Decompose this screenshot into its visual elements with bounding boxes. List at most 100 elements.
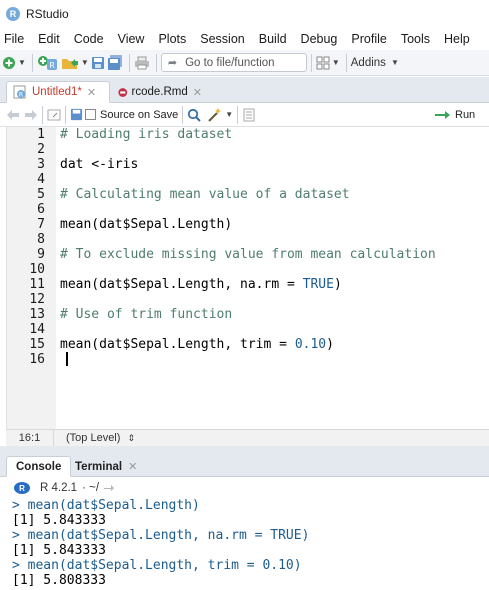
line-number: 13 — [29, 307, 45, 322]
r-script-icon: R — [13, 85, 26, 99]
print-button[interactable] — [134, 53, 150, 73]
run-button[interactable]: Run — [434, 106, 475, 124]
source-on-save-checkbox[interactable] — [85, 109, 96, 120]
menu-file[interactable]: File — [0, 32, 31, 46]
code-text: mean(dat$Sepal.Length, trim = 0.10) — [60, 337, 334, 352]
code-token: dat <-iris — [60, 157, 139, 172]
menu-view[interactable]: View — [111, 32, 152, 46]
code-line: 2 — [7, 142, 489, 157]
new-project-button[interactable]: R — [37, 53, 59, 73]
toolbar-divider — [42, 105, 43, 124]
console-tab-bar: Console Terminal ✕ — [0, 454, 489, 477]
line-number: 16 — [29, 352, 45, 367]
main-toolbar: ▼ R ▼ ➦ Go to file/function ▼ Addins ▼ — [0, 50, 489, 76]
source-on-save-label: Source on Save — [100, 108, 179, 121]
toolbar-divider — [128, 53, 130, 72]
code-line: 16 — [7, 352, 489, 367]
line-number: 10 — [29, 262, 45, 277]
console-header: R R 4.2.1 · ~/ — [0, 478, 489, 498]
console-input-line: > mean(dat$Sepal.Length, trim = 0.10) — [12, 558, 302, 573]
scope-label: (Top Level) — [66, 432, 121, 444]
scope-selector[interactable]: (Top Level) ⇕ — [54, 432, 135, 444]
window-title: RStudio — [26, 7, 69, 21]
close-icon[interactable]: ✕ — [193, 86, 202, 99]
chevron-down-icon: ▼ — [331, 58, 340, 67]
new-file-button[interactable]: ▼ — [2, 53, 26, 73]
chevron-down-icon: ▼ — [18, 58, 26, 67]
cursor-position: 16:1 — [6, 430, 54, 446]
code-text: mean(dat$Sepal.Length) — [60, 217, 232, 232]
tab-terminal[interactable]: Terminal ✕ — [66, 456, 146, 477]
show-in-window-icon[interactable] — [47, 108, 61, 122]
forward-arrow-icon[interactable] — [24, 109, 38, 121]
tab-label: Console — [16, 460, 62, 473]
code-line: 14 — [7, 322, 489, 337]
console-input-line: > mean(dat$Sepal.Length, na.rm = TRUE) — [12, 528, 310, 543]
code-line: 1 # Loading iris dataset — [7, 127, 489, 142]
save-all-icon — [107, 55, 122, 70]
menu-plots[interactable]: Plots — [151, 32, 193, 46]
updown-icon: ⇕ — [127, 433, 136, 443]
working-directory: · ~/ — [82, 482, 100, 494]
tab-untitled1[interactable]: R Untitled1* ✕ — [6, 81, 110, 103]
line-number: 4 — [37, 172, 45, 187]
menu-bar: File Edit Code View Plots Session Build … — [0, 28, 489, 50]
editor-tab-bar: R Untitled1* ✕ rcode.Rmd ✕ — [0, 77, 489, 103]
menu-edit[interactable]: Edit — [31, 32, 67, 46]
document-outline-icon[interactable] — [242, 108, 256, 122]
grid-icon — [316, 56, 330, 69]
pane-splitter[interactable] — [0, 446, 489, 454]
save-all-button[interactable] — [107, 53, 123, 73]
go-to-file-placeholder: Go to file/function — [185, 56, 275, 69]
open-file-button[interactable]: ▼ — [61, 53, 89, 73]
line-number: 7 — [37, 217, 45, 232]
code-comment: # Calculating mean value of a dataset — [60, 187, 350, 202]
code-line: 13 # Use of trim function — [7, 307, 489, 322]
search-icon[interactable] — [187, 108, 201, 122]
code-editor[interactable]: 1 # Loading iris dataset 2 3 dat <-iris 4 5 # C… — [6, 127, 489, 429]
menu-build[interactable]: Build — [252, 32, 294, 46]
svg-text:R: R — [19, 92, 23, 99]
code-line: 9 # To exclude missing value from mean ca… — [7, 247, 489, 262]
run-arrow-icon — [435, 111, 450, 119]
close-icon[interactable]: ✕ — [128, 460, 137, 473]
save-icon[interactable] — [70, 108, 83, 121]
editor-toolbar: Source on Save ▼ Run — [0, 103, 489, 127]
code-line: 11 mean(dat$Sepal.Length, na.rm = TRUE) — [7, 277, 489, 292]
tab-label: Terminal — [75, 460, 123, 473]
tab-label: Untitled1* — [32, 86, 82, 98]
menu-session[interactable]: Session — [193, 32, 251, 46]
go-to-file-input[interactable]: ➦ Go to file/function — [160, 53, 307, 72]
console-input-line: > mean(dat$Sepal.Length) — [12, 498, 200, 513]
addins-button[interactable]: Addins ▼ — [351, 57, 399, 69]
chevron-down-icon[interactable]: ▼ — [225, 110, 233, 119]
svg-text:R: R — [49, 61, 55, 70]
pane-layout-button[interactable]: ▼ — [316, 53, 340, 73]
tab-console[interactable]: Console — [6, 456, 72, 477]
menu-tools[interactable]: Tools — [394, 32, 437, 46]
save-button[interactable] — [91, 53, 105, 73]
line-number: 12 — [29, 292, 45, 307]
line-number: 5 — [37, 187, 45, 202]
console-output-line: [1] 5.843333 — [12, 513, 106, 528]
magic-wand-icon[interactable] — [207, 107, 223, 123]
code-line: 7 mean(dat$Sepal.Length) — [7, 217, 489, 232]
menu-help[interactable]: Help — [437, 32, 477, 46]
code-line: 4 — [7, 172, 489, 187]
menu-profile[interactable]: Profile — [344, 32, 393, 46]
code-token: # Loading iris dataset — [60, 127, 233, 142]
tab-rcode-rmd[interactable]: rcode.Rmd ✕ — [112, 81, 208, 103]
menu-debug[interactable]: Debug — [294, 32, 345, 46]
editor-status-bar: 16:1 (Top Level) ⇕ — [6, 429, 489, 446]
code-comment: # Loading iris dataset — [60, 127, 232, 142]
console-output-line: [1] 5.843333 — [12, 543, 106, 558]
menu-code[interactable]: Code — [67, 32, 111, 46]
toolbar-divider — [310, 53, 312, 72]
close-icon[interactable]: ✕ — [87, 86, 96, 99]
toolbar-divider — [65, 105, 66, 124]
go-to-directory-icon[interactable] — [103, 483, 115, 493]
code-line: 10 — [7, 262, 489, 277]
new-file-icon — [3, 56, 15, 69]
back-arrow-icon[interactable] — [6, 109, 20, 121]
console-output[interactable]: > mean(dat$Sepal.Length) [1] 5.843333 > me… — [0, 498, 489, 590]
